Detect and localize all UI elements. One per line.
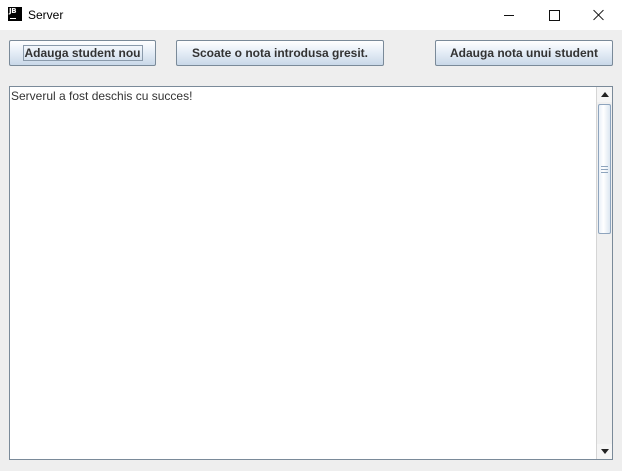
vertical-scrollbar[interactable] — [596, 87, 612, 459]
log-text-area[interactable]: Serverul a fost deschis cu succes! — [9, 86, 613, 460]
maximize-icon — [548, 9, 560, 21]
scroll-up-button[interactable] — [597, 87, 612, 102]
grip-line — [601, 171, 608, 173]
grip-line — [601, 165, 608, 167]
close-icon — [593, 9, 605, 21]
arrow-up-icon — [600, 92, 609, 97]
arrow-down-icon — [600, 449, 609, 454]
app-icon-text: JB — [9, 7, 17, 15]
add-grade-label: Adauga nota unui student — [450, 46, 598, 60]
close-button[interactable] — [576, 0, 622, 30]
add-student-label: Adauga student nou — [22, 45, 143, 61]
scroll-down-button[interactable] — [597, 444, 612, 459]
app-icon-bar — [10, 18, 16, 19]
title-bar[interactable]: JB Server — [0, 0, 622, 30]
remove-grade-button[interactable]: Scoate o nota introdusa gresit. — [176, 40, 384, 66]
log-text: Serverul a fost deschis cu succes! — [11, 89, 193, 103]
minimize-button[interactable] — [486, 0, 532, 30]
add-grade-button[interactable]: Adauga nota unui student — [435, 40, 613, 66]
server-window: JB Server Adauga student nou Scoate o no… — [0, 0, 622, 471]
maximize-button[interactable] — [531, 0, 577, 30]
minimize-icon — [504, 14, 514, 16]
grip-line — [601, 168, 608, 170]
window-title: Server — [28, 8, 64, 22]
scroll-thumb[interactable] — [598, 104, 611, 234]
add-student-button[interactable]: Adauga student nou — [9, 40, 156, 66]
remove-grade-label: Scoate o nota introdusa gresit. — [191, 46, 369, 60]
app-icon: JB — [8, 7, 22, 21]
